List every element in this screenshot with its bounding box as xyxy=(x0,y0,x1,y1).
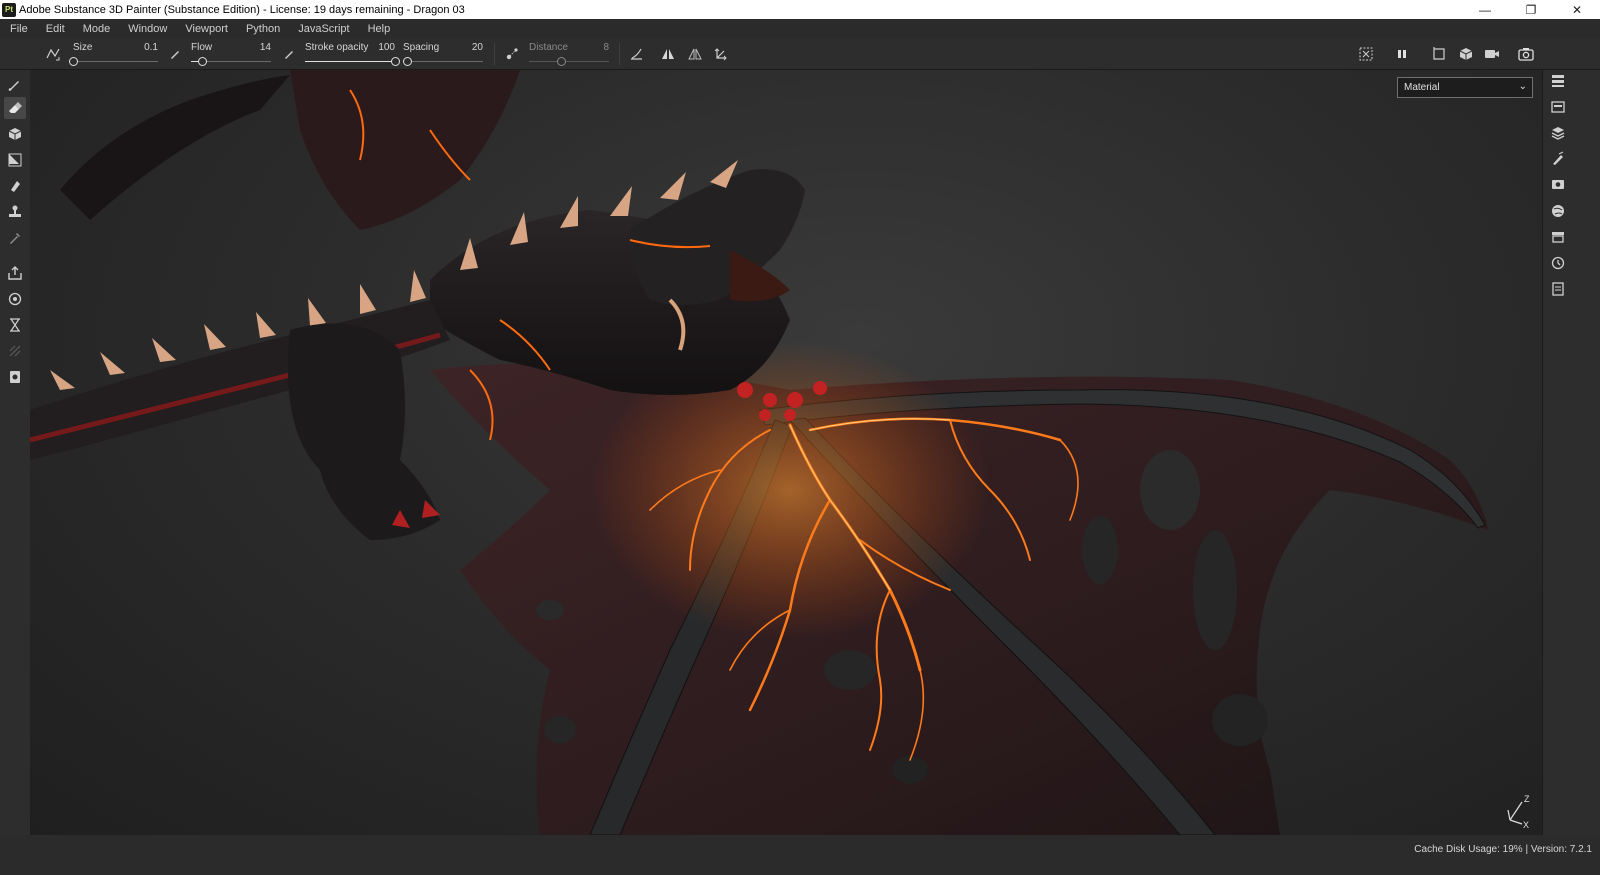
status-bar: Cache Disk Usage: 19% | Version: 7.2.1 xyxy=(0,835,1600,875)
size-label: Size xyxy=(73,42,93,53)
menu-help[interactable]: Help xyxy=(362,23,397,35)
menu-window[interactable]: Window xyxy=(122,23,173,35)
gizmo-icon[interactable] xyxy=(711,38,731,70)
flow-knob[interactable] xyxy=(198,57,208,66)
view-2d-3d-icon[interactable] xyxy=(1428,38,1450,70)
title-bar: Pt Adobe Substance 3D Painter (Substance… xyxy=(0,0,1600,19)
menu-edit[interactable]: Edit xyxy=(40,23,71,35)
marquee-select-icon[interactable] xyxy=(1356,38,1376,70)
stroke-opacity-slider[interactable]: Stroke opacity 100 xyxy=(305,38,400,70)
symmetry-lazy-mouse-icon[interactable] xyxy=(40,38,66,70)
size-slider[interactable]: Size 0.1 xyxy=(69,38,158,70)
alignment-icon[interactable] xyxy=(627,38,647,70)
distance-value[interactable]: 8 xyxy=(603,42,609,53)
chevron-down-icon: ⌄ xyxy=(1518,81,1527,92)
log-icon[interactable] xyxy=(1547,278,1569,300)
menu-mode[interactable]: Mode xyxy=(77,23,117,35)
wing-tear xyxy=(1193,530,1237,650)
assets-shelf-icon[interactable] xyxy=(1547,226,1569,248)
dragon-leg xyxy=(288,323,440,540)
wing-tear xyxy=(1082,516,1118,584)
window-title: Adobe Substance 3D Painter (Substance Ed… xyxy=(19,3,465,16)
screenshot-camera-icon[interactable] xyxy=(1515,38,1537,70)
clone-stamp-tool-icon[interactable] xyxy=(4,201,26,223)
camera-mode-icon[interactable] xyxy=(1481,38,1503,70)
3d-viewport[interactable]: Material ⌄ Z X xyxy=(30,70,1542,835)
lazy-mouse-icon[interactable] xyxy=(503,38,521,70)
export-tool-icon[interactable] xyxy=(4,262,26,284)
menu-python[interactable]: Python xyxy=(240,23,286,35)
texture-set-list-icon[interactable] xyxy=(1547,70,1569,92)
symmetry-icon[interactable] xyxy=(658,38,678,70)
flow-label: Flow xyxy=(191,42,213,53)
opacity-pen-pressure-icon[interactable] xyxy=(281,38,297,70)
minimize-button[interactable]: — xyxy=(1462,0,1508,19)
spacing-knob[interactable] xyxy=(403,57,412,66)
auto-unwrap-icon xyxy=(4,340,26,362)
wing-tear xyxy=(1140,450,1200,530)
distance-label: Distance xyxy=(529,42,568,53)
paint-brush-tool[interactable] xyxy=(4,73,26,95)
polygon-fill-tool-icon[interactable] xyxy=(4,149,26,171)
axis-x-label: X xyxy=(1523,820,1529,830)
history-icon[interactable] xyxy=(1547,252,1569,274)
distance-slider[interactable]: Distance 8 xyxy=(529,38,609,70)
right-dock xyxy=(1542,70,1600,835)
menu-javascript[interactable]: JavaScript xyxy=(292,23,355,35)
color-picker-tool-icon[interactable] xyxy=(4,227,26,249)
axis-gizmo: Z X xyxy=(1498,790,1534,830)
bake-mesh-maps-icon[interactable] xyxy=(4,288,26,310)
display-mode-cube-icon[interactable] xyxy=(1455,38,1477,70)
properties-brush-icon[interactable] xyxy=(1547,148,1569,170)
wing-tear xyxy=(1212,694,1268,746)
spacing-label: Spacing xyxy=(403,42,440,53)
toolbar-divider xyxy=(494,43,495,65)
size-knob[interactable] xyxy=(69,57,78,66)
symmetry-options-icon[interactable] xyxy=(685,38,705,70)
menu-bar: File Edit Mode Window Viewport Python Ja… xyxy=(0,19,1600,38)
upper-wing-membrane xyxy=(290,70,520,230)
cache-disk-usage: Cache Disk Usage: 19% | Version: 7.2.1 xyxy=(1414,844,1592,855)
plugins-icon[interactable] xyxy=(4,366,26,388)
stroke-opacity-fill xyxy=(305,61,395,62)
eraser-tool[interactable] xyxy=(4,97,26,119)
stroke-opacity-value[interactable]: 100 xyxy=(378,42,395,53)
iray-render-icon[interactable] xyxy=(4,314,26,336)
channel-dropdown[interactable]: Material ⌄ xyxy=(1397,77,1533,98)
wing-tear xyxy=(824,650,876,690)
stroke-opacity-label: Stroke opacity xyxy=(305,42,369,53)
spacing-slider[interactable]: Spacing 20 xyxy=(403,38,483,70)
axis-z-label: Z xyxy=(1524,794,1530,804)
size-value[interactable]: 0.1 xyxy=(144,42,158,53)
menu-file[interactable]: File xyxy=(4,23,34,35)
smudge-tool-icon[interactable] xyxy=(4,175,26,197)
channel-selected: Material xyxy=(1404,82,1440,93)
layers-icon[interactable] xyxy=(1547,122,1569,144)
spacing-value[interactable]: 20 xyxy=(472,42,483,53)
flow-pen-pressure-icon[interactable] xyxy=(167,38,183,70)
close-button[interactable]: ✕ xyxy=(1554,0,1600,19)
menu-viewport[interactable]: Viewport xyxy=(179,23,234,35)
upper-wing-finger xyxy=(60,75,290,220)
toolbar-divider xyxy=(619,43,620,65)
stroke-opacity-knob[interactable] xyxy=(391,57,400,66)
flow-value[interactable]: 14 xyxy=(260,42,271,53)
environment-globe-icon[interactable] xyxy=(1547,200,1569,222)
display-settings-icon[interactable] xyxy=(1547,174,1569,196)
wing-tear xyxy=(536,600,564,620)
wing-tear xyxy=(544,716,576,744)
app-logo-icon: Pt xyxy=(2,2,16,17)
flow-slider[interactable]: Flow 14 xyxy=(191,38,271,70)
restore-button[interactable]: ❐ xyxy=(1508,0,1554,19)
texture-set-settings-icon[interactable] xyxy=(1547,96,1569,118)
tool-properties-bar: Size 0.1 Flow 14 Stroke opacity 100 Spac… xyxy=(0,38,1600,70)
tool-shelf xyxy=(0,70,30,835)
dragon-model-render xyxy=(30,70,1488,835)
pause-icon[interactable] xyxy=(1392,38,1412,70)
projection-tool-icon[interactable] xyxy=(4,123,26,145)
distance-knob[interactable] xyxy=(557,57,566,66)
